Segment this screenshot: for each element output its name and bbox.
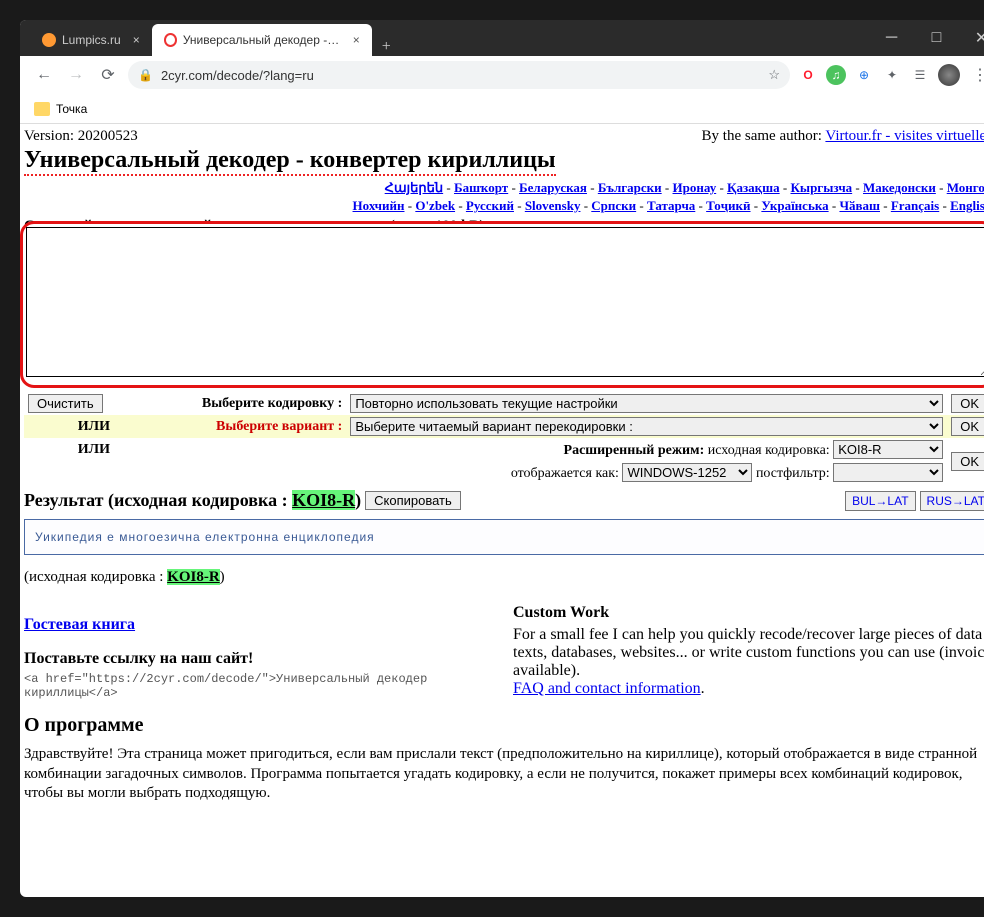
language-link[interactable]: Монгол [947,180,984,195]
faq-link[interactable]: FAQ and contact information [513,680,701,697]
controls-table: Очистить Выберите кодировку : Повторно и… [24,392,984,484]
source-encoding-inline: (исходная кодировка : KOI8-R) [24,569,984,586]
url-text: 2cyr.com/decode/?lang=ru [161,68,314,83]
displayed-as-select[interactable]: WINDOWS-1252 [622,463,752,482]
back-button[interactable]: ← [32,63,56,87]
encoding-select[interactable]: Повторно использовать текущие настройки [350,394,943,413]
tab-title: Lumpics.ru [62,33,121,47]
forward-button[interactable]: → [64,63,88,87]
encoding-label: Выберите кодировку : [114,392,346,415]
lock-icon: 🔒 [138,68,153,82]
link-code[interactable]: <a href="https://2cyr.com/decode/">Униве… [24,672,503,700]
left-column: Гостевая книга Поставьте ссылку на наш с… [24,600,503,700]
language-row-1: Հայերեն - Башҡорт - Беларуская - Българс… [24,180,984,196]
result-output: Уикипедия е многоезична електронна енцик… [24,519,984,555]
language-row-2: Нохчийн - O'zbek - Русский - Slovensky -… [24,198,984,214]
same-author: By the same author: Virtour.fr - visites… [702,128,984,145]
language-link[interactable]: Қазақша [727,180,780,195]
language-link[interactable]: Български [598,180,662,195]
language-link[interactable]: O'zbek [415,198,455,213]
star-icon[interactable]: ☆ [768,67,780,83]
result-header: Результат (исходная кодировка : KOI8-R) … [24,490,984,511]
titlebar: Lumpics.ru × Универсальный декодер - кон… [20,20,984,56]
virtour-link[interactable]: Virtour.fr - visites virtuelles [825,128,984,144]
tab-favicon [42,33,56,47]
address-bar[interactable]: 🔒 2cyr.com/decode/?lang=ru ☆ [128,61,790,89]
page-title: Универсальный декодер - конвертер кирилл… [24,147,556,176]
source-textarea[interactable] [26,227,984,377]
language-link[interactable]: Чӑваш [839,198,880,213]
tab-favicon [164,33,177,47]
window-controls: ─ □ ✕ [869,22,984,54]
put-link-heading: Поставьте ссылку на наш сайт! [24,650,503,668]
browser-tab-active[interactable]: Универсальный декодер - конв × [152,24,372,56]
maximize-icon[interactable]: □ [914,22,959,54]
browser-toolbar: ← → ⟳ 🔒 2cyr.com/decode/?lang=ru ☆ O ♫ ⊕… [20,56,984,94]
tab-title: Универсальный декодер - конв [183,33,341,47]
reading-list-icon[interactable]: ☰ [910,65,930,85]
custom-work-body: For a small fee I can help you quickly r… [513,626,984,679]
rus-lat-button[interactable]: RUS→LAT [920,491,984,511]
globe-icon[interactable]: ⊕ [854,65,874,85]
browser-tab-inactive[interactable]: Lumpics.ru × [30,24,152,56]
tabs-row: Lumpics.ru × Универсальный декодер - кон… [20,20,869,56]
new-tab-button[interactable]: + [372,38,401,56]
language-link[interactable]: Русский [466,198,514,213]
reload-button[interactable]: ⟳ [96,63,120,87]
custom-work-heading: Custom Work [513,604,984,622]
source-encoding-select[interactable]: KOI8-R [833,440,943,459]
bookmark-bar: Точка [20,94,984,124]
language-link[interactable]: Татарча [647,198,695,213]
ok-button[interactable]: OK [951,394,984,413]
bul-lat-button[interactable]: BUL→LAT [845,491,915,511]
language-link[interactable]: English [950,198,984,213]
language-link[interactable]: Slovensky [525,198,581,213]
about-body: Здравствуйте! Эта страница может пригоди… [24,745,984,804]
language-link[interactable]: Иронау [673,180,717,195]
postfilter-select[interactable] [833,463,943,482]
guestbook-link[interactable]: Гостевая книга [24,616,135,633]
language-link[interactable]: Тоҷикӣ [706,198,750,213]
music-icon[interactable]: ♫ [826,65,846,85]
language-link[interactable]: Македонски [863,180,936,195]
profile-avatar[interactable] [938,64,960,86]
language-link[interactable]: Беларуская [519,180,587,195]
version-label: Version: 20200523 [24,128,138,145]
variant-select[interactable]: Выберите читаемый вариант перекодировки … [350,417,943,436]
result-encoding: KOI8-R [292,490,355,510]
minimize-icon[interactable]: ─ [869,22,914,54]
opera-icon[interactable]: O [798,65,818,85]
folder-icon [34,102,50,116]
language-link[interactable]: Башҡорт [454,180,508,195]
ok-button[interactable]: OK [951,417,984,436]
input-highlight-frame [20,221,984,388]
language-link[interactable]: Нохчийн [353,198,405,213]
or-label: ИЛИ [78,419,110,434]
advanced-mode-row: Расширенный режим: исходная кодировка: K… [114,438,947,461]
page-content: Version: 20200523 By the same author: Vi… [20,124,984,897]
or-label: ИЛИ [78,442,110,457]
close-icon[interactable]: × [353,33,360,47]
bookmark-item[interactable]: Точка [56,102,87,116]
right-column: Custom Work For a small fee I can help y… [513,600,984,700]
language-link[interactable]: Кыргызча [791,180,853,195]
language-link[interactable]: Français [891,198,939,213]
close-icon[interactable]: × [133,33,140,47]
displayed-as-row: отображается как: WINDOWS-1252 постфильт… [114,461,947,484]
extensions-icon[interactable]: ✦ [882,65,902,85]
ok-button[interactable]: OK [951,452,984,471]
language-link[interactable]: Հայերեն [385,180,443,195]
menu-icon[interactable]: ⋮ [968,63,984,87]
copy-button[interactable]: Скопировать [365,491,461,510]
about-heading: О программе [24,714,984,737]
language-link[interactable]: Українська [761,198,828,213]
language-link[interactable]: Српски [591,198,636,213]
close-icon[interactable]: ✕ [959,22,984,54]
variant-label: Выберите вариант : [216,419,342,434]
clear-button[interactable]: Очистить [28,394,103,413]
